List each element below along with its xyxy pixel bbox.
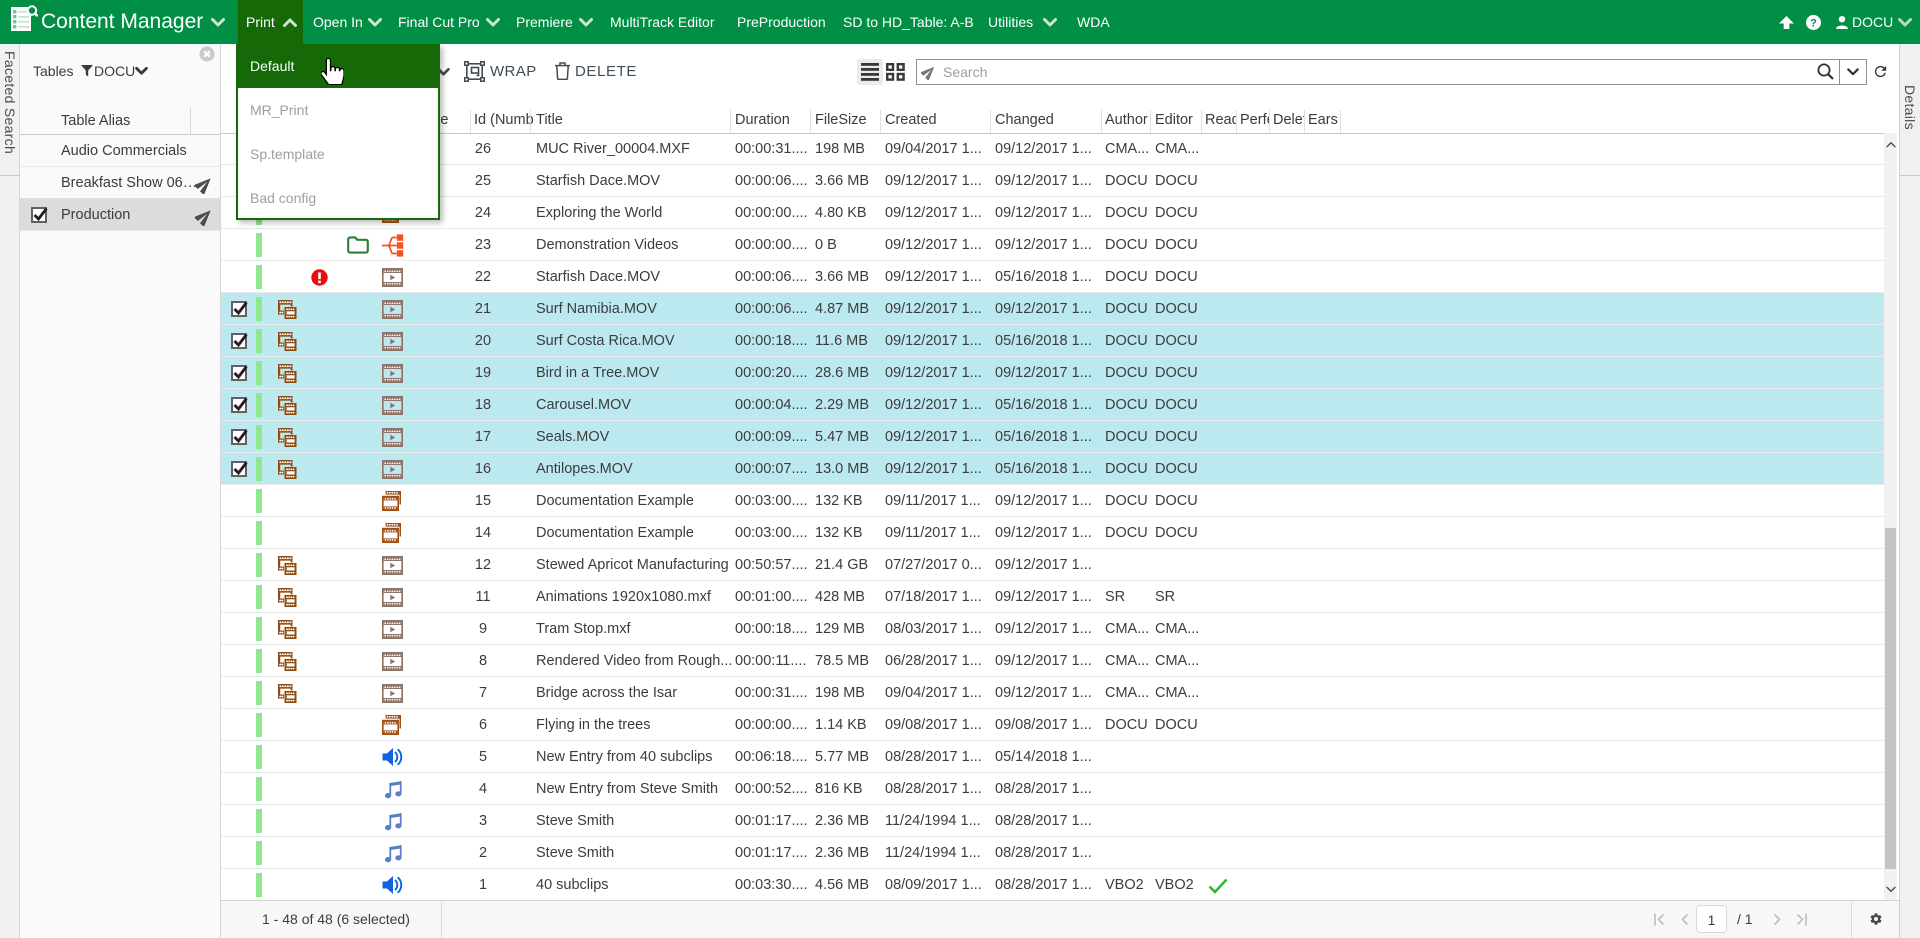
svg-text:?: ? <box>1810 17 1817 29</box>
